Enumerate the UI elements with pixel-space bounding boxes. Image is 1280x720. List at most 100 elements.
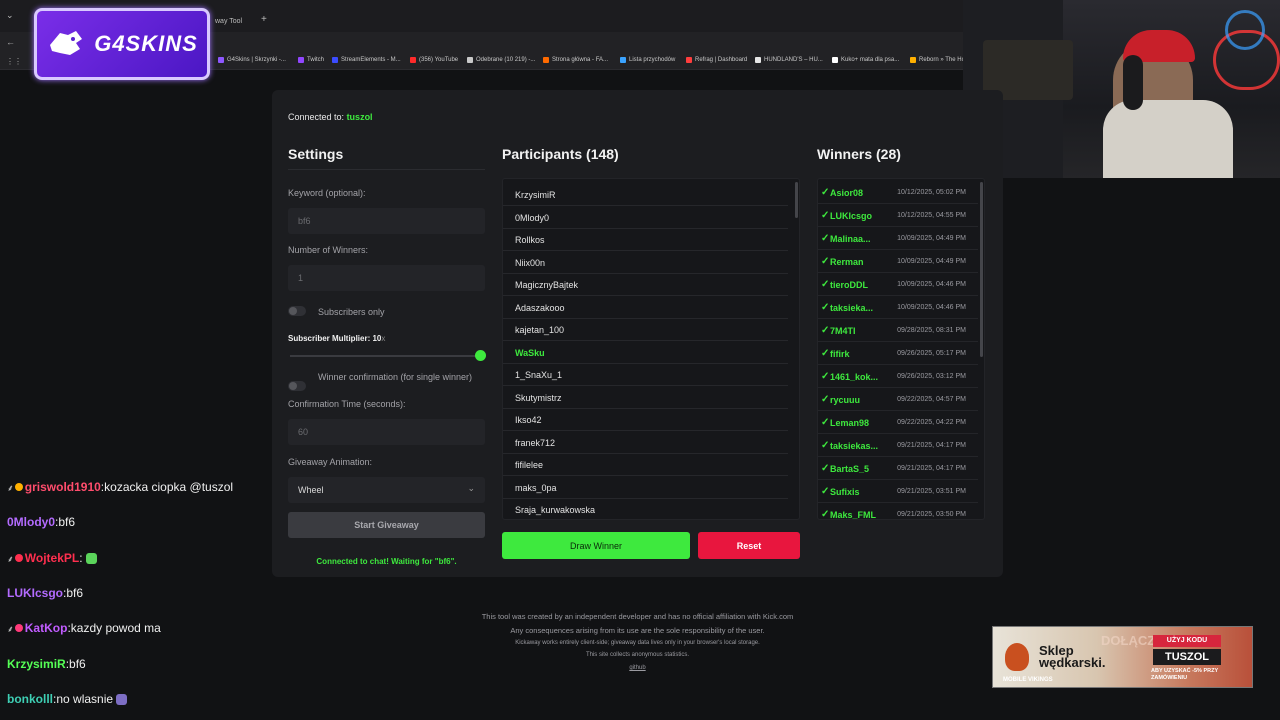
bookmark-item[interactable]: Twitch [298,57,324,63]
multiplier-slider-track[interactable] [290,355,480,357]
winner-date: 10/12/2025, 04:55 PM [897,212,966,219]
winner-row[interactable]: ✓ BartaS_5 09/21/2025, 04:17 PM [818,457,978,480]
participant-row[interactable]: 0Mlody0 [503,207,788,229]
check-icon: ✓ [821,256,830,267]
multiplier-label-text: Subscriber Multiplier: 10 [288,334,382,343]
winner-name: taksieka... [830,303,874,313]
winner-row[interactable]: ✓ Malinaa... 10/09/2025, 04:49 PM [818,227,978,250]
winner-row[interactable]: ✓ taksieka... 10/09/2025, 04:46 PM [818,296,978,319]
winner-name: BartaS_5 [830,464,870,474]
multiplier-unit: x [381,334,386,343]
participant-name: kajetan_100 [515,325,565,335]
winner-row[interactable]: ✓ tieroDDL 10/09/2025, 04:46 PM [818,273,978,296]
participant-row[interactable]: kajetan_100 [503,319,788,341]
bookmark-item[interactable]: (356) YouTube [410,57,458,63]
winner-row[interactable]: ✓ taksiekas... 09/21/2025, 04:17 PM [818,434,978,457]
chat-username: bonkolll [7,692,53,706]
participant-row[interactable]: Rollkos [503,229,788,251]
footer-disclaimer: This tool was created by an independent … [481,612,794,621]
keyword-input[interactable]: bf6 [288,208,485,234]
winner-date: 09/21/2025, 04:17 PM [897,442,966,449]
winner-name: rycuuu [830,395,861,405]
bookmark-item[interactable]: Reborn » The Ho [910,57,965,63]
bookmark-item[interactable]: Odebrane (10 219) -... [467,57,535,63]
winner-date: 10/09/2025, 04:49 PM [897,258,966,265]
subscriber-badge-icon [14,554,23,562]
chat-text: kazdy powod ma [70,621,161,635]
chat-message: 0Mlody0: bf6 [7,515,75,529]
chat-username: KrzysimiR [7,657,66,671]
participant-row[interactable]: Sraja_kurwakowska [503,499,788,519]
bookmark-item[interactable]: Lista przychodów [620,57,675,63]
winner-confirmation-toggle[interactable] [288,381,306,391]
animation-select[interactable]: Wheel ⌄ [288,477,485,503]
participants-scrollbar[interactable] [795,182,798,218]
participant-row[interactable]: fifilelee [503,454,788,476]
bookmark-favicon-icon [832,57,838,63]
active-tab-title[interactable]: way Tool [215,18,242,25]
winner-row[interactable]: ✓ fifirk 09/26/2025, 05:17 PM [818,342,978,365]
bookmark-item[interactable]: HUNDLAND'S – HU... [755,57,823,63]
winner-row[interactable]: ✓ Maks_FML 09/21/2025, 03:50 PM [818,503,978,519]
bookmark-favicon-icon [332,57,338,63]
multiplier-label: Subscriber Multiplier: 10x [288,334,385,343]
participant-row[interactable]: Adaszakooo [503,297,788,319]
winner-row[interactable]: ✓ rycuuu 09/22/2025, 04:57 PM [818,388,978,411]
github-link[interactable]: github [272,665,1003,671]
winner-row[interactable]: ✓ Rerman 10/09/2025, 04:49 PM [818,250,978,273]
check-icon: ✓ [821,463,830,474]
winner-date: 10/09/2025, 04:46 PM [897,304,966,311]
bookmark-item[interactable]: Refrag | Dashboard [686,57,747,63]
chat-username: griswold1910 [24,480,101,494]
apps-grid-icon[interactable]: ⋮⋮ [6,57,22,66]
reset-button[interactable]: Reset [698,532,800,559]
animation-label: Giveaway Animation: [288,457,373,467]
winners-count-input[interactable]: 1 [288,265,485,291]
winner-row[interactable]: ✓ Sufixis 09/21/2025, 03:51 PM [818,480,978,503]
winner-row[interactable]: ✓ LUKIcsgo 10/12/2025, 04:55 PM [818,204,978,227]
winners-scrollbar[interactable] [980,182,983,357]
winner-date: 09/21/2025, 03:51 PM [897,488,966,495]
winner-row[interactable]: ✓ 7M4TI 09/28/2025, 08:31 PM [818,319,978,342]
participant-row[interactable]: Ikso42 [503,409,788,431]
bookmark-label: StreamElements - M... [341,57,401,63]
bookmark-favicon-icon [467,57,473,63]
draw-winner-button[interactable]: Draw Winner [502,532,690,559]
back-icon[interactable]: ← [6,37,15,47]
tab-list-icon[interactable]: ⌄ [6,10,14,21]
new-tab-button[interactable]: + [261,14,267,25]
participant-row[interactable]: 1_SnaXu_1 [503,364,788,386]
winner-date: 09/28/2025, 08:31 PM [897,327,966,334]
participant-row[interactable]: maks_0pa [503,477,788,499]
bookmark-item[interactable]: Kuko+ mata dla psa... [832,57,899,63]
participant-row[interactable]: franek712 [503,432,788,454]
participant-row[interactable]: Niix00n [503,252,788,274]
chat-text: kozacka ciopka @tuszol [104,480,234,494]
multiplier-slider-thumb[interactable] [475,350,486,361]
winner-row[interactable]: ✓ Asior08 10/12/2025, 05:02 PM [818,181,978,204]
winner-name: Malinaa... [830,234,871,244]
chat-message: ⸙ KatKop: kazdy powod ma [7,621,161,635]
bookmark-label: Odebrane (10 219) -... [476,57,536,63]
participant-row[interactable]: KrzysimiR [503,184,788,206]
chat-text: bf6 [69,657,86,671]
winner-date: 10/09/2025, 04:49 PM [897,235,966,242]
winner-row[interactable]: ✓ Leman98 09/22/2025, 04:22 PM [818,411,978,434]
participant-row[interactable]: MagicznyBajtek [503,274,788,296]
participant-row[interactable]: Skutymistrz [503,387,788,409]
bookmark-item[interactable]: G4Skins | Skrzynki -... [218,57,286,63]
bookmark-item[interactable]: StreamElements - M... [332,57,401,63]
winners-count-label: Number of Winners: [288,245,369,255]
bookmark-item[interactable]: Strona główna - FA... [543,57,608,63]
winner-row[interactable]: ✓ 1461_kok... 09/26/2025, 03:12 PM [818,365,978,388]
ad-brand-text: MOBILE VIKINGS [1003,677,1053,683]
check-icon: ✓ [821,417,830,428]
emote-icon [85,552,97,564]
subscribers-only-toggle[interactable] [288,306,306,316]
confirmation-time-input[interactable]: 60 [288,419,485,445]
participant-row[interactable]: WaSku [503,342,788,364]
participants-list[interactable]: KrzysimiR 0Mlody0 Rollkos Niix00n MagicznyBa… [502,178,800,520]
winners-list[interactable]: ✓ Asior08 10/12/2025, 05:02 PM ✓ LUKIcsgo 10/… [817,178,985,520]
start-giveaway-button[interactable]: Start Giveaway [288,512,485,538]
ad-code-box: TUSZOL [1153,649,1221,665]
